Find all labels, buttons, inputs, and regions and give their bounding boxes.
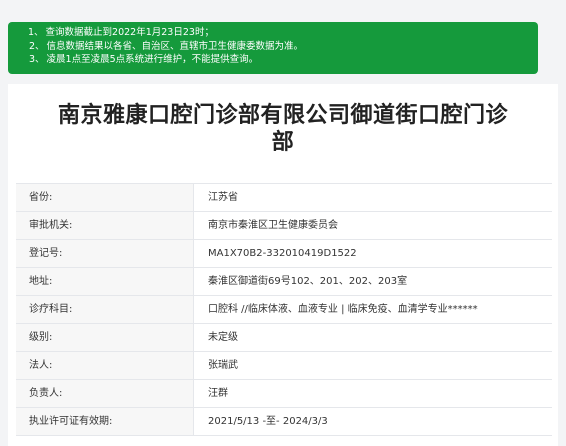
page: 1、 查询数据截止到2022年1月23日23时； 2、 信息数据结果以各省、自治区、… bbox=[0, 0, 566, 446]
detail-label: 诊疗科目: bbox=[16, 296, 194, 323]
detail-value: 2021/5/13 -至- 2024/3/3 bbox=[208, 416, 328, 427]
clinic-title: 南京雅康口腔门诊部有限公司御道街口腔门诊 部 bbox=[8, 102, 558, 156]
detail-row-address: 地址: 秦淮区御道街69号102、201、202、203室 bbox=[16, 268, 552, 296]
detail-value: MA1X70B2-332010419D1522 bbox=[208, 248, 357, 259]
detail-row-person-in-charge: 负责人: 汪群 bbox=[16, 380, 552, 408]
detail-label: 登记号: bbox=[16, 240, 194, 267]
notice-item-number: 2、 bbox=[29, 40, 45, 52]
notice-item-text: 查询数据截止到2022年1月23日23时； bbox=[45, 27, 214, 38]
detail-value: 张瑞武 bbox=[208, 360, 238, 371]
detail-row-departments: 诊疗科目: 口腔科 //临床体液、血液专业 | 临床免疫、血清学专业****** bbox=[16, 296, 552, 324]
detail-value: 口腔科 //临床体液、血液专业 | 临床免疫、血清学专业****** bbox=[208, 304, 478, 315]
detail-label: 级别: bbox=[16, 324, 194, 351]
notice-banner: 1、 查询数据截止到2022年1月23日23时； 2、 信息数据结果以各省、自治区、… bbox=[8, 22, 538, 74]
detail-label: 省份: bbox=[16, 184, 194, 211]
detail-label: 法人: bbox=[16, 352, 194, 379]
detail-row-approval-authority: 审批机关: 南京市秦淮区卫生健康委员会 bbox=[16, 212, 552, 240]
notice-item: 3、 凌晨1点至凌晨5点系统进行维护，不能提供查询。 bbox=[28, 53, 538, 67]
clinic-title-line2: 部 bbox=[271, 130, 295, 155]
detail-row-legal-person: 法人: 张瑞武 bbox=[16, 352, 552, 380]
notice-item-text: 信息数据结果以各省、自治区、直辖市卫生健康委数据为准。 bbox=[46, 40, 304, 52]
clinic-info-card: 南京雅康口腔门诊部有限公司御道街口腔门诊 部 省份: 江苏省 审批机关: 南京市… bbox=[8, 84, 558, 446]
detail-row-province: 省份: 江苏省 bbox=[16, 184, 552, 212]
notice-item-number: 3、 bbox=[29, 54, 45, 65]
detail-row-registration-number: 登记号: MA1X70B2-332010419D1522 bbox=[16, 240, 552, 268]
detail-label: 负责人: bbox=[16, 380, 194, 407]
detail-label: 执业许可证有效期: bbox=[16, 408, 194, 435]
notice-item: 1、 查询数据截止到2022年1月23日23时； bbox=[28, 26, 538, 40]
detail-value: 秦淮区御道街69号102、201、202、203室 bbox=[208, 276, 408, 287]
clinic-title-line1: 南京雅康口腔门诊部有限公司御道街口腔门诊 bbox=[57, 103, 508, 128]
detail-value: 南京市秦淮区卫生健康委员会 bbox=[208, 220, 338, 231]
notice-item-text: 凌晨1点至凌晨5点系统进行维护，不能提供查询。 bbox=[46, 54, 259, 65]
notice-item: 2、 信息数据结果以各省、自治区、直辖市卫生健康委数据为准。 bbox=[28, 40, 538, 54]
detail-value: 未定级 bbox=[208, 332, 238, 343]
notice-item-number: 1、 bbox=[28, 27, 44, 38]
detail-value: 汪群 bbox=[208, 388, 228, 399]
detail-label: 地址: bbox=[16, 268, 194, 295]
detail-row-level: 级别: 未定级 bbox=[16, 324, 552, 352]
detail-value: 江苏省 bbox=[208, 192, 238, 203]
detail-row-license-validity: 执业许可证有效期: 2021/5/13 -至- 2024/3/3 bbox=[16, 408, 552, 436]
details-table: 省份: 江苏省 审批机关: 南京市秦淮区卫生健康委员会 登记号: MA1X70B… bbox=[16, 183, 552, 436]
detail-label: 审批机关: bbox=[16, 212, 194, 239]
